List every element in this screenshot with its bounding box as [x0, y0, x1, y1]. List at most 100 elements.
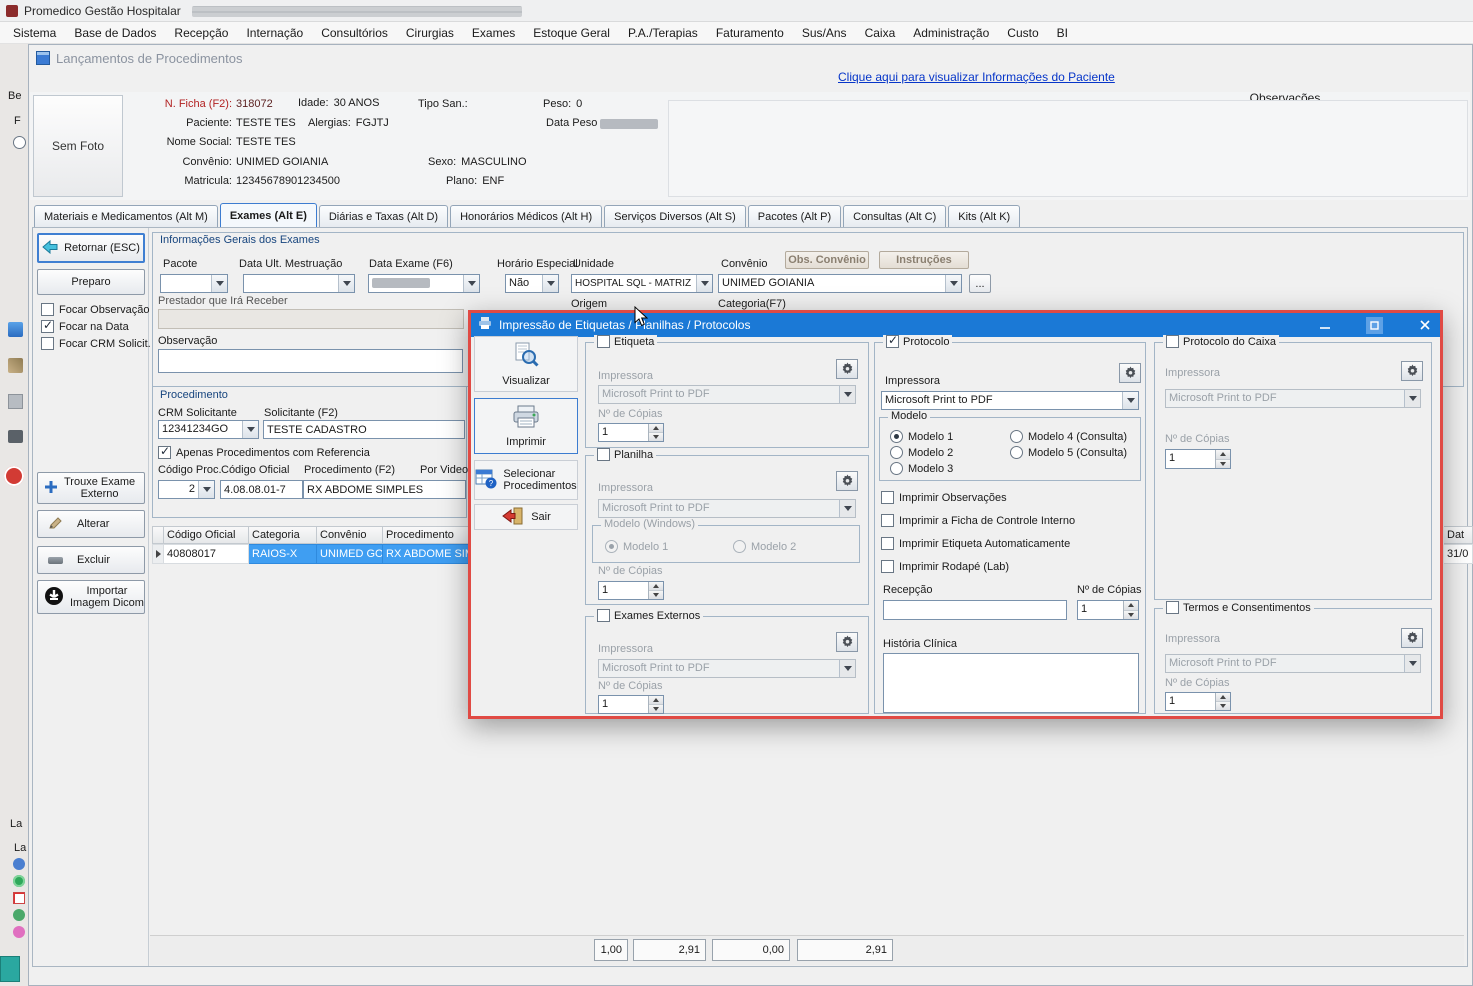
menu-recepcao[interactable]: Recepção — [165, 23, 237, 43]
exames-convenio-select[interactable]: UNIMED GOIANIA — [718, 274, 962, 293]
edge-bottom-tool-icon[interactable] — [0, 956, 20, 982]
data-ult-select[interactable] — [243, 274, 355, 293]
excluir-button[interactable]: Excluir — [37, 546, 145, 574]
tab-diarias[interactable]: Diárias e Taxas (Alt D) — [319, 205, 448, 227]
table-header-data-fragment[interactable]: Dat — [1444, 526, 1473, 544]
tab-pacotes[interactable]: Pacotes (Alt P) — [748, 205, 841, 227]
menu-exames[interactable]: Exames — [463, 23, 524, 43]
close-icon[interactable] — [1416, 317, 1433, 334]
tab-kits[interactable]: Kits (Alt K) — [948, 205, 1020, 227]
table-header-categoria[interactable]: Categoria — [249, 526, 317, 544]
selecionar-procedimentos-button[interactable]: ? Selecionar Procedimentos — [474, 460, 578, 500]
table-cell-procedimento[interactable]: RX ABDOME SIMP — [383, 544, 470, 564]
protocolo-copias-up-icon[interactable] — [1124, 601, 1138, 611]
minimize-icon[interactable] — [1316, 317, 1333, 334]
tab-materiais[interactable]: Materiais e Medicamentos (Alt M) — [34, 205, 218, 227]
tab-servicos[interactable]: Serviços Diversos (Alt S) — [604, 205, 746, 227]
exames-externos-copias-down-icon[interactable] — [649, 705, 663, 713]
codigo-proc-select[interactable]: 2 — [158, 480, 215, 499]
edge-person-icon[interactable] — [13, 858, 25, 870]
edge-flower-icon[interactable] — [13, 926, 25, 938]
imprimir-rodape-checkbox[interactable] — [881, 560, 894, 573]
observacao-input[interactable] — [158, 349, 463, 373]
caixa-copias-up-icon[interactable] — [1216, 450, 1230, 460]
tab-exames[interactable]: Exames (Alt E) — [220, 203, 317, 227]
table-cell-codigo[interactable]: 40808017 — [164, 544, 249, 564]
unidade-select[interactable]: HOSPITAL SQL - MATRIZ — [571, 274, 713, 293]
horario-especial-select[interactable]: Não — [505, 274, 559, 293]
menu-estoque-geral[interactable]: Estoque Geral — [524, 23, 619, 43]
modelo2-radio[interactable] — [890, 446, 903, 459]
visualizar-button[interactable]: Visualizar — [474, 336, 578, 392]
sair-button[interactable]: Sair — [474, 504, 578, 530]
imprimir-observacoes-checkbox[interactable] — [881, 491, 894, 504]
maximize-icon[interactable] — [1366, 317, 1383, 334]
table-header-procedimento[interactable]: Procedimento — [383, 526, 470, 544]
table-cell-categoria[interactable]: RAIOS-X — [249, 544, 317, 564]
planilha-modelo1-radio[interactable] — [605, 540, 618, 553]
modelo3-radio[interactable] — [890, 462, 903, 475]
edge-radio-1[interactable] — [13, 136, 26, 149]
table-header-convenio[interactable]: Convênio — [317, 526, 383, 544]
planilha-copias-up-icon[interactable] — [649, 582, 663, 591]
modelo4-radio[interactable] — [1010, 430, 1023, 443]
edge-tool-icon[interactable] — [8, 394, 23, 409]
menu-internacao[interactable]: Internação — [237, 23, 312, 43]
termos-checkbox[interactable] — [1166, 601, 1179, 614]
exames-externos-copias-stepper[interactable]: 1 — [598, 695, 664, 714]
table-cell-data-fragment[interactable]: 31/0 — [1444, 544, 1473, 564]
obs-convenio-button[interactable]: Obs. Convênio — [785, 251, 869, 269]
retornar-button[interactable]: Retornar (ESC) — [37, 233, 145, 263]
protocolo-printer-select[interactable]: Microsoft Print to PDF — [881, 391, 1139, 410]
alterar-button[interactable]: Alterar — [37, 510, 145, 538]
focar-observacao-checkbox[interactable] — [41, 303, 54, 316]
menu-sus-ans[interactable]: Sus/Ans — [793, 23, 856, 43]
recepcao-input[interactable] — [883, 600, 1067, 620]
protocolo-printer-settings-button[interactable] — [1119, 363, 1141, 383]
protocolo-copias-down-icon[interactable] — [1124, 611, 1138, 620]
importar-dicom-button[interactable]: Importar Imagem Dicom — [37, 580, 145, 614]
exames-externos-checkbox[interactable] — [597, 609, 610, 622]
menu-base-de-dados[interactable]: Base de Dados — [65, 23, 165, 43]
crm-select[interactable]: 12341234GO — [158, 420, 259, 439]
etiqueta-checkbox[interactable] — [597, 335, 610, 348]
data-exame-select[interactable] — [368, 274, 480, 293]
menu-custo[interactable]: Custo — [998, 23, 1047, 43]
caixa-printer-settings-button[interactable] — [1401, 361, 1423, 381]
caixa-copias-down-icon[interactable] — [1216, 460, 1230, 469]
focar-na-data-checkbox[interactable] — [41, 320, 54, 333]
pacote-select[interactable] — [160, 274, 228, 293]
termos-copias-down-icon[interactable] — [1216, 702, 1230, 710]
imprimir-etiqueta-auto-checkbox[interactable] — [881, 537, 894, 550]
edge-people-icon[interactable] — [13, 909, 25, 921]
prestador-input[interactable] — [158, 309, 464, 329]
exames-externos-copias-up-icon[interactable] — [649, 696, 663, 705]
etiqueta-copias-stepper[interactable]: 1 — [598, 423, 664, 442]
menu-cirurgias[interactable]: Cirurgias — [397, 23, 463, 43]
menu-bi[interactable]: BI — [1048, 23, 1077, 43]
procedimento-input[interactable]: RX ABDOME SIMPLES — [303, 480, 466, 499]
etiqueta-copias-down-icon[interactable] — [649, 433, 663, 441]
edge-printer-icon[interactable] — [8, 430, 23, 443]
convenio-more-button[interactable]: ... — [969, 274, 991, 293]
tab-honorarios[interactable]: Honorários Médicos (Alt H) — [450, 205, 602, 227]
codigo-oficial-input[interactable]: 4.08.08.01-7 — [220, 480, 303, 499]
caixa-copias-stepper[interactable]: 1 — [1165, 449, 1231, 469]
etiqueta-printer-settings-button[interactable] — [836, 359, 858, 379]
menu-consultorios[interactable]: Consultórios — [312, 23, 397, 43]
edge-pencil-icon[interactable] — [8, 358, 23, 373]
edge-blocked-icon[interactable] — [4, 466, 24, 486]
solicitante-input[interactable]: TESTE CADASTRO — [263, 420, 465, 439]
termos-copias-up-icon[interactable] — [1216, 693, 1230, 702]
planilha-printer-settings-button[interactable] — [836, 471, 858, 491]
menu-administracao[interactable]: Administração — [904, 23, 998, 43]
planilha-checkbox[interactable] — [597, 448, 610, 461]
patient-info-link[interactable]: Clique aqui para visualizar Informações … — [838, 70, 1115, 84]
trouxe-exame-button[interactable]: Trouxe Exame Externo — [37, 472, 145, 504]
table-cell-convenio[interactable]: UNIMED GOI — [317, 544, 383, 564]
tab-consultas[interactable]: Consultas (Alt C) — [843, 205, 946, 227]
protocolo-copias-stepper[interactable]: 1 — [1077, 600, 1139, 620]
edge-medical-cross-icon[interactable] — [13, 892, 25, 904]
planilha-copias-stepper[interactable]: 1 — [598, 581, 664, 600]
preparo-button[interactable]: Preparo — [37, 269, 145, 295]
